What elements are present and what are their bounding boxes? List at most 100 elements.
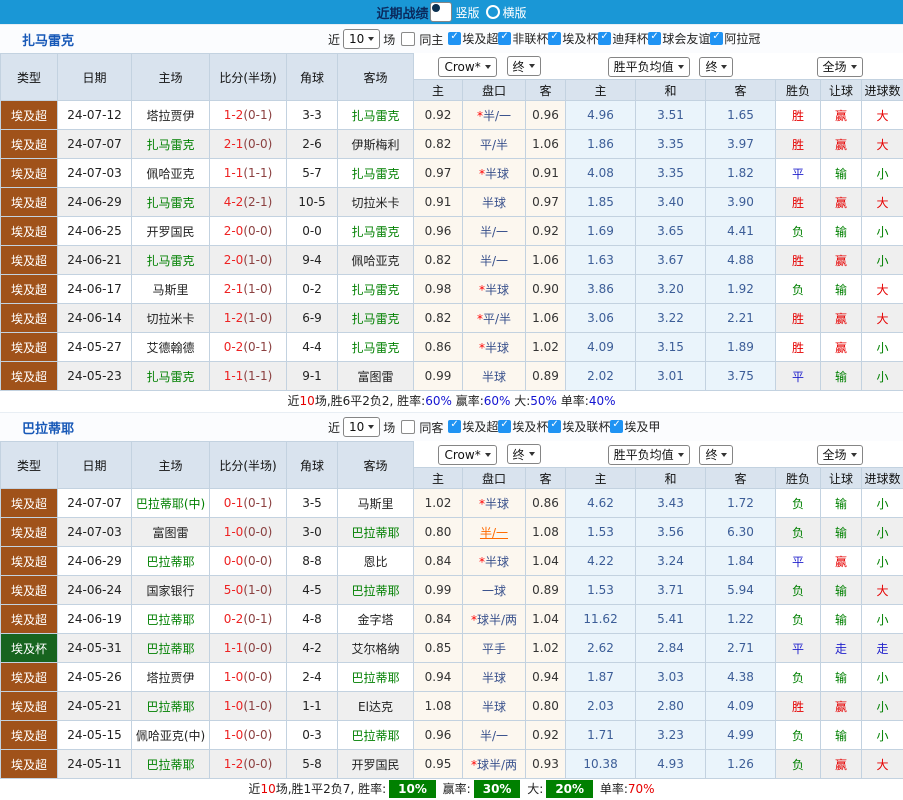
goals-cell: 大 bbox=[862, 275, 903, 304]
handicap-result-cell: 赢 bbox=[821, 188, 862, 217]
summary-part: 50% bbox=[530, 394, 557, 408]
avg-type-select[interactable]: 胜平负均值 bbox=[608, 445, 690, 465]
match-count-select[interactable]: 10 bbox=[343, 417, 380, 437]
match-count-select[interactable]: 10 bbox=[343, 29, 380, 49]
table-row: 埃及超24-05-21巴拉蒂耶1-0(1-0)1-1El达克1.08半球0.80… bbox=[1, 692, 903, 721]
team2-bar: 巴拉蒂耶 近 10 场 同客 埃及超埃及杯埃及联杯埃及甲 bbox=[0, 412, 903, 441]
date-cell: 24-06-24 bbox=[58, 576, 132, 605]
league-checkbox[interactable]: 非联杯 bbox=[498, 30, 548, 47]
league-checkbox[interactable]: 球会友谊 bbox=[648, 30, 710, 47]
away-team-cell: 扎马雷克 bbox=[338, 217, 414, 246]
same-away-checkbox[interactable] bbox=[401, 420, 415, 434]
league-cell: 埃及超 bbox=[1, 576, 58, 605]
league-checkbox[interactable]: 埃及联杯 bbox=[548, 418, 610, 435]
horizontal-option-label[interactable]: 横版 bbox=[503, 4, 527, 21]
layout-radio-vertical-selected-icon[interactable] bbox=[430, 2, 452, 22]
avg-draw-cell: 2.84 bbox=[636, 634, 706, 663]
scope-select[interactable]: 全场 bbox=[817, 445, 863, 465]
odds-company-select[interactable]: Crow* bbox=[438, 57, 496, 77]
league-checkbox-label: 埃及杯 bbox=[512, 418, 548, 435]
sub-header: 胜负 bbox=[776, 80, 821, 101]
checkbox-checked-icon[interactable] bbox=[548, 420, 561, 433]
avg-away-cell: 5.94 bbox=[706, 576, 776, 605]
score-cell: 1-1(1-1) bbox=[210, 159, 287, 188]
league-checkbox[interactable]: 埃及超 bbox=[448, 30, 498, 47]
home-team-cell: 开罗国民 bbox=[132, 217, 210, 246]
avg-away-cell: 6.30 bbox=[706, 518, 776, 547]
sub-header: 和 bbox=[636, 80, 706, 101]
checkbox-checked-icon[interactable] bbox=[498, 420, 511, 433]
score-cell: 1-0(0-0) bbox=[210, 518, 287, 547]
checkbox-checked-icon[interactable] bbox=[648, 32, 661, 45]
checkbox-checked-icon[interactable] bbox=[448, 32, 461, 45]
score-cell: 1-2(0-1) bbox=[210, 101, 287, 130]
away-team-cell: 金字塔 bbox=[338, 605, 414, 634]
handicap-cell: *半球 bbox=[463, 159, 526, 188]
scope-select[interactable]: 全场 bbox=[817, 57, 863, 77]
chevron-down-icon bbox=[368, 37, 374, 41]
avg-away-cell: 1.72 bbox=[706, 489, 776, 518]
checkbox-checked-icon[interactable] bbox=[448, 420, 461, 433]
home-team-cell: 马斯里 bbox=[132, 275, 210, 304]
result-cell: 负 bbox=[776, 750, 821, 779]
score-cell: 1-0(0-0) bbox=[210, 663, 287, 692]
handicap-cell: *半球 bbox=[463, 275, 526, 304]
vertical-option-label[interactable]: 竖版 bbox=[455, 4, 479, 21]
league-checkbox-label: 迪拜杯 bbox=[612, 30, 648, 47]
table-row: 埃及超24-07-07扎马雷克2-1(0-0)2-6伊斯梅利0.82平/半1.0… bbox=[1, 130, 903, 159]
avg-away-cell: 4.38 bbox=[706, 663, 776, 692]
league-checkbox[interactable]: 埃及超 bbox=[448, 418, 498, 435]
league-checkbox[interactable]: 阿拉冠 bbox=[710, 30, 760, 47]
league-cell: 埃及超 bbox=[1, 217, 58, 246]
checkbox-checked-icon[interactable] bbox=[710, 32, 723, 45]
sub-header: 客 bbox=[526, 468, 566, 489]
checkbox-checked-icon[interactable] bbox=[598, 32, 611, 45]
avg-time-select[interactable]: 终 bbox=[699, 57, 733, 77]
sub-header: 让球 bbox=[821, 468, 862, 489]
result-cell: 胜 bbox=[776, 246, 821, 275]
same-home-label[interactable]: 同主 bbox=[419, 31, 443, 48]
date-cell: 24-07-07 bbox=[58, 489, 132, 518]
avg-home-cell: 1.53 bbox=[566, 576, 636, 605]
summary-part: 20% bbox=[546, 780, 593, 798]
corner-cell: 2-6 bbox=[287, 130, 338, 159]
sub-header: 主 bbox=[414, 80, 463, 101]
checkbox-checked-icon[interactable] bbox=[548, 32, 561, 45]
avg-away-cell: 4.09 bbox=[706, 692, 776, 721]
goals-cell: 小 bbox=[862, 692, 903, 721]
avg-type-select[interactable]: 胜平负均值 bbox=[608, 57, 690, 77]
date-cell: 24-05-26 bbox=[58, 663, 132, 692]
same-away-label[interactable]: 同客 bbox=[419, 419, 443, 436]
col-header-corner: 角球 bbox=[287, 54, 338, 101]
goals-cell: 小 bbox=[862, 605, 903, 634]
checkbox-checked-icon[interactable] bbox=[610, 420, 623, 433]
league-checkbox[interactable]: 埃及杯 bbox=[548, 30, 598, 47]
away-team-cell: 艾尔格纳 bbox=[338, 634, 414, 663]
corner-cell: 8-8 bbox=[287, 547, 338, 576]
league-checkbox[interactable]: 埃及杯 bbox=[498, 418, 548, 435]
league-checkbox[interactable]: 迪拜杯 bbox=[598, 30, 648, 47]
away-team-cell: 开罗国民 bbox=[338, 750, 414, 779]
avg-home-cell: 10.38 bbox=[566, 750, 636, 779]
avg-time-select[interactable]: 终 bbox=[699, 445, 733, 465]
games-label: 场 bbox=[383, 31, 395, 48]
same-home-checkbox[interactable] bbox=[401, 32, 415, 46]
summary-part: 胜率: bbox=[397, 394, 425, 408]
date-cell: 24-06-17 bbox=[58, 275, 132, 304]
handicap-cell: *半球 bbox=[463, 333, 526, 362]
odds-home-cell: 1.02 bbox=[414, 489, 463, 518]
avg-away-cell: 3.97 bbox=[706, 130, 776, 159]
league-checkbox[interactable]: 埃及甲 bbox=[610, 418, 660, 435]
odds-company-select[interactable]: Crow* bbox=[438, 445, 496, 465]
corner-cell: 9-1 bbox=[287, 362, 338, 391]
near-label: 近 bbox=[328, 31, 340, 48]
goals-cell: 小 bbox=[862, 246, 903, 275]
result-cell: 胜 bbox=[776, 333, 821, 362]
odds-time-select[interactable]: 终 bbox=[507, 444, 541, 464]
layout-radio-horizontal-icon[interactable] bbox=[486, 5, 500, 19]
odds-time-select[interactable]: 终 bbox=[507, 56, 541, 76]
checkbox-checked-icon[interactable] bbox=[498, 32, 511, 45]
handicap-result-cell: 赢 bbox=[821, 750, 862, 779]
table-row: 埃及超24-06-14切拉米卡1-2(1-0)6-9扎马雷克0.82*平/半1.… bbox=[1, 304, 903, 333]
odds-away-cell: 0.91 bbox=[526, 159, 566, 188]
